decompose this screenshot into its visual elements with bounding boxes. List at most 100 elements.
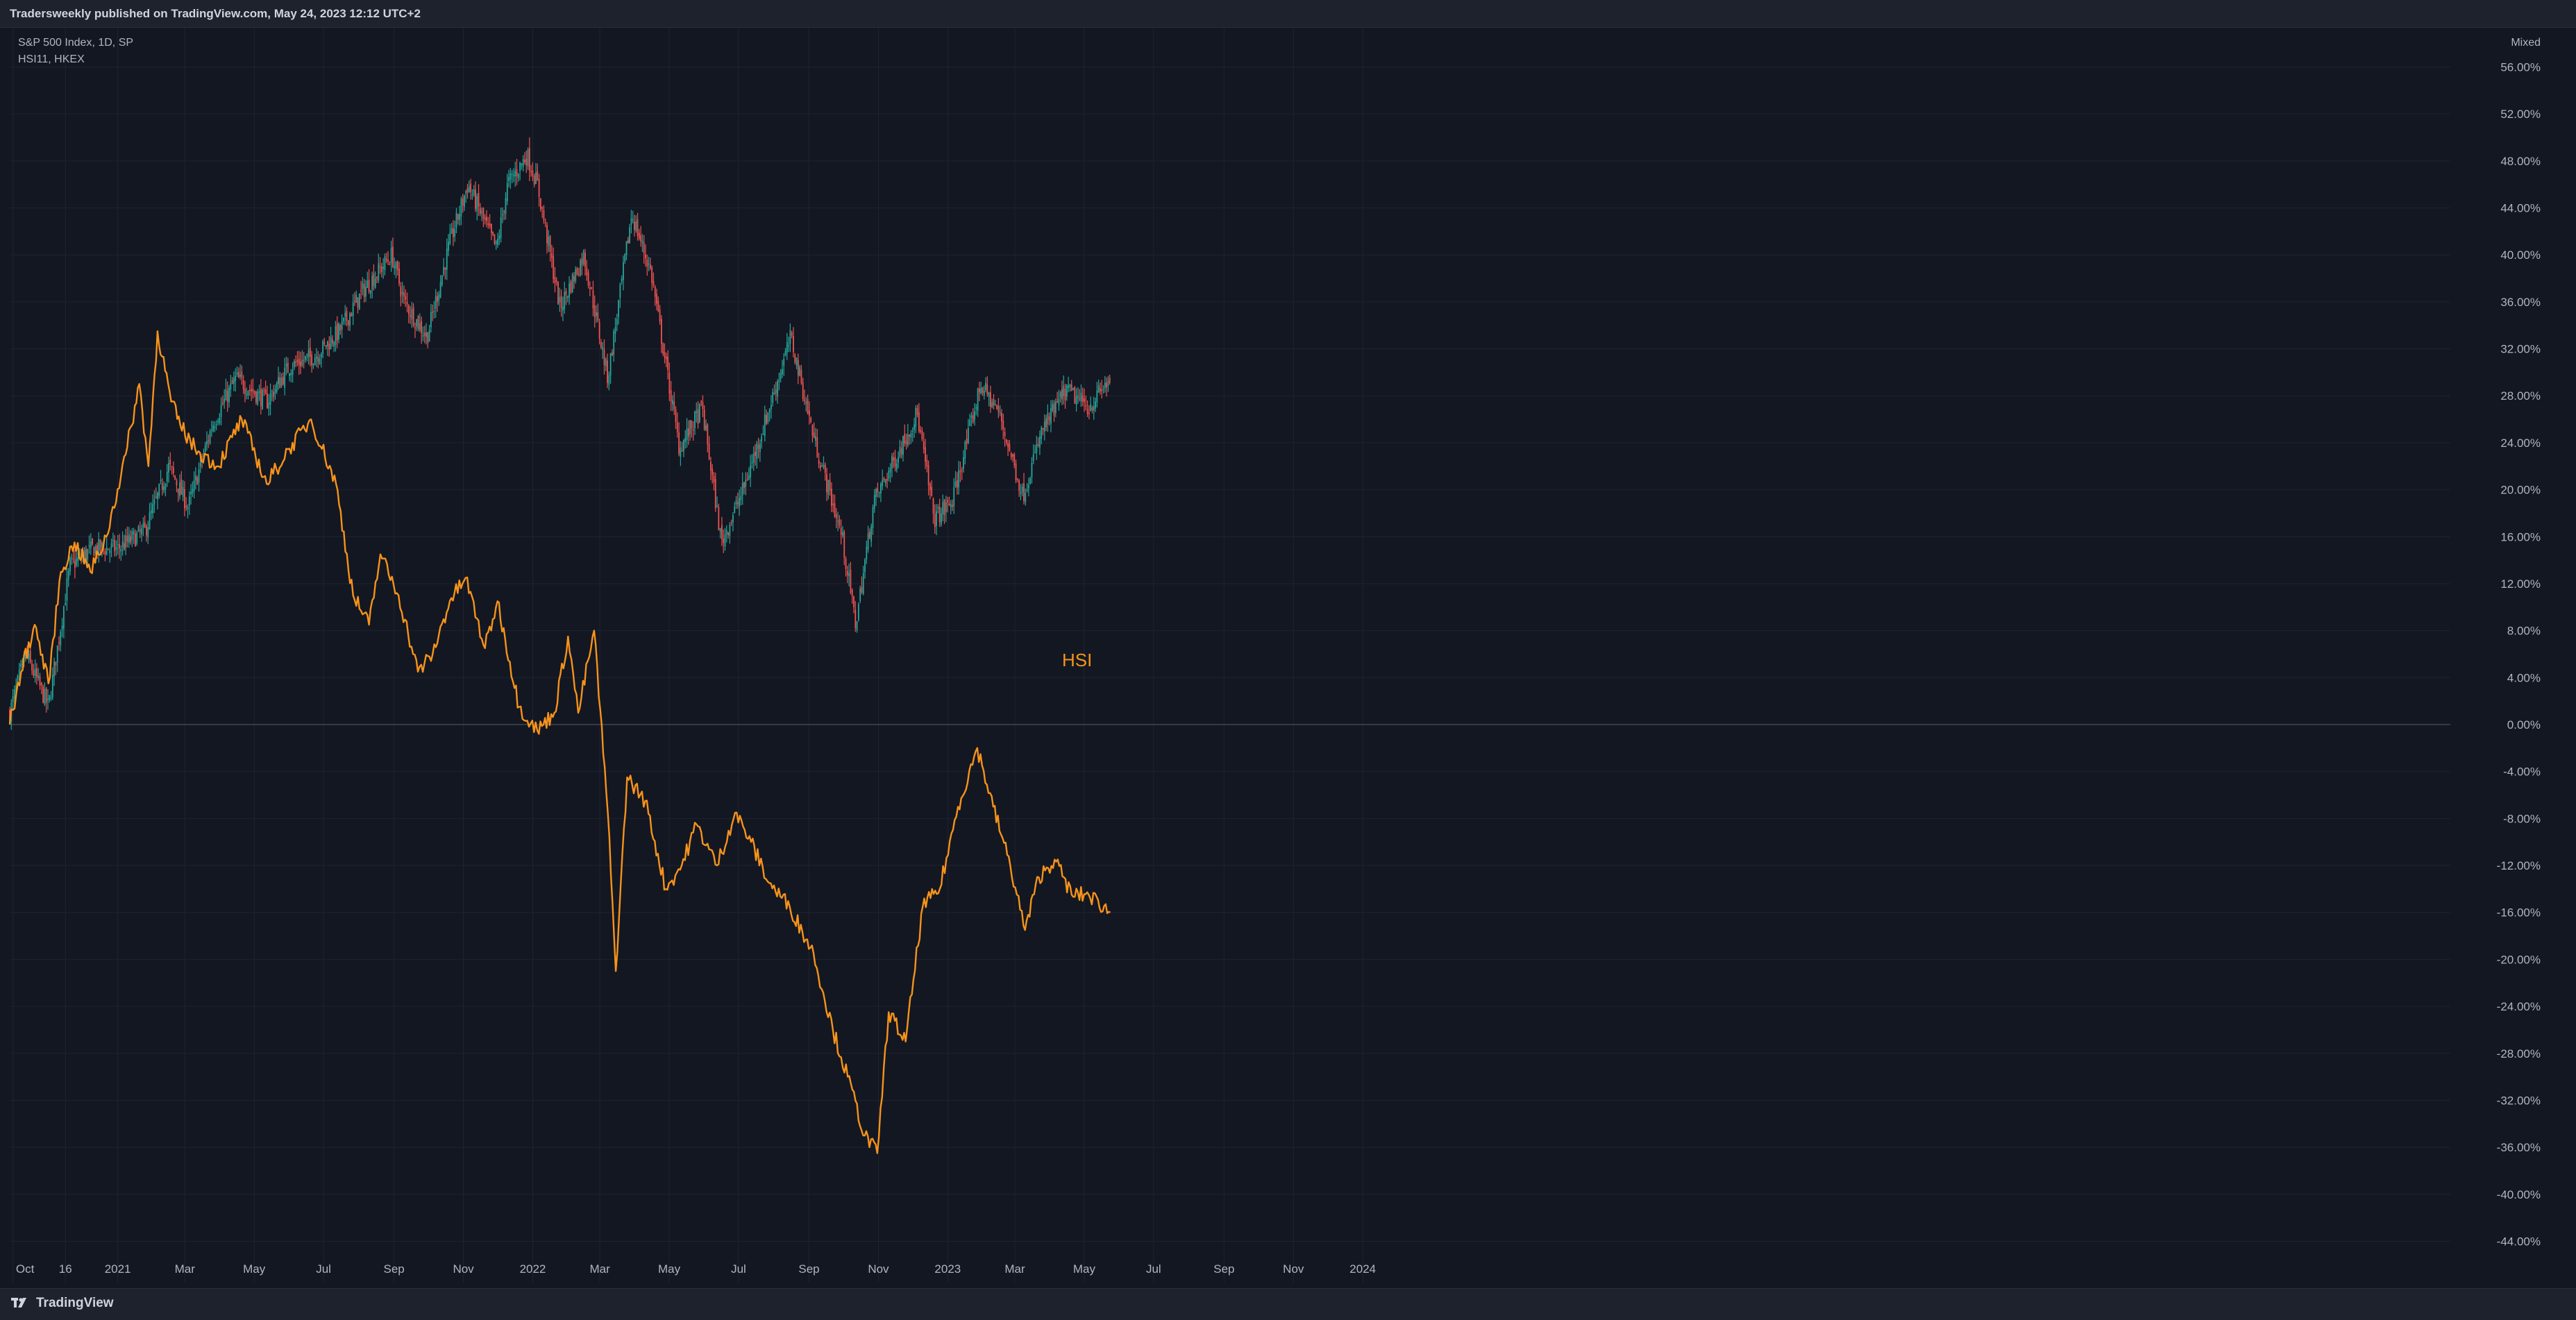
candle-body bbox=[1072, 388, 1074, 390]
time-axis[interactable]: Oct 16 2021 Mar May Jul Sep Nov 2022 Mar May Jul Sep… bbox=[16, 1262, 1376, 1276]
x-tick-label: 2021 bbox=[105, 1262, 131, 1276]
candle-body bbox=[848, 573, 850, 577]
candle-body bbox=[621, 278, 623, 282]
candle-body bbox=[859, 588, 861, 601]
candle-body bbox=[597, 312, 599, 321]
chart-canvas[interactable]: HSI 56.00% 52.00% 48.00% 44.00% 40.00% 36.00%… bbox=[0, 0, 2576, 1288]
candle-body bbox=[406, 301, 408, 305]
candle-body bbox=[328, 344, 330, 350]
candle-body bbox=[1047, 413, 1049, 425]
candle-body bbox=[36, 668, 37, 678]
x-tick-label: May bbox=[1073, 1262, 1096, 1276]
candle-body bbox=[1021, 486, 1023, 492]
candle-body bbox=[487, 223, 489, 226]
candle-body bbox=[514, 171, 516, 177]
candle-body bbox=[262, 389, 264, 409]
candle-body bbox=[419, 323, 421, 331]
candle-body bbox=[539, 198, 541, 210]
candle-body bbox=[417, 316, 419, 329]
x-tick-label: Sep bbox=[384, 1262, 405, 1276]
candle-body bbox=[941, 513, 942, 525]
candle-body bbox=[804, 399, 805, 401]
candle-body bbox=[365, 287, 367, 297]
candle-body bbox=[546, 225, 548, 244]
candle-body bbox=[723, 538, 725, 543]
candle-body bbox=[1042, 428, 1044, 430]
candle-body bbox=[20, 663, 22, 667]
y-tick-label: 28.00% bbox=[2500, 389, 2541, 403]
candle-body bbox=[1104, 382, 1106, 389]
candle-body bbox=[956, 480, 958, 489]
candle-body bbox=[249, 389, 251, 391]
candle-body bbox=[204, 445, 206, 452]
candle-body bbox=[346, 310, 348, 321]
candle-body bbox=[554, 277, 556, 284]
candle-body bbox=[982, 387, 984, 394]
candle-body bbox=[320, 354, 322, 357]
candle-body bbox=[1012, 454, 1013, 457]
candle-body bbox=[459, 214, 460, 221]
candle-body bbox=[795, 357, 798, 366]
candle-body bbox=[500, 217, 502, 238]
candle-body bbox=[600, 341, 602, 348]
candle-body bbox=[584, 253, 586, 267]
candle-body bbox=[268, 402, 270, 409]
y-tick-label: 48.00% bbox=[2500, 155, 2541, 168]
candle-body bbox=[846, 570, 848, 575]
candle-body bbox=[506, 183, 508, 201]
candle-body bbox=[179, 482, 180, 497]
candle-body bbox=[226, 390, 228, 403]
candle-body bbox=[793, 336, 794, 353]
candle-body bbox=[401, 291, 403, 294]
candle-body bbox=[497, 238, 498, 245]
candle-body bbox=[192, 489, 194, 494]
candle-body bbox=[464, 196, 465, 207]
candle-body bbox=[258, 391, 260, 394]
candle-body bbox=[93, 547, 95, 557]
candle-body bbox=[911, 430, 914, 432]
price-axis[interactable]: 56.00% 52.00% 48.00% 44.00% 40.00% 36.00% 32.0… bbox=[2497, 60, 2541, 1248]
scale-mode-label[interactable]: Mixed bbox=[2511, 37, 2541, 49]
candle-body bbox=[31, 663, 33, 671]
candle-body bbox=[839, 519, 841, 526]
candle-body bbox=[898, 457, 900, 463]
candle-body bbox=[845, 558, 847, 569]
candle-body bbox=[829, 480, 831, 491]
candle-body bbox=[382, 266, 385, 269]
y-tick-label: -40.00% bbox=[2497, 1188, 2541, 1201]
candle-body bbox=[1068, 385, 1070, 388]
candle-body bbox=[938, 507, 941, 523]
candle-body bbox=[691, 420, 693, 429]
candle-body bbox=[187, 507, 189, 509]
candle-body bbox=[161, 483, 163, 490]
x-tick-label: Oct bbox=[16, 1262, 35, 1276]
candle-body bbox=[317, 357, 319, 362]
candle-body bbox=[104, 551, 106, 555]
candle-body bbox=[343, 317, 344, 321]
candle-body bbox=[149, 512, 151, 530]
candle-body bbox=[548, 236, 550, 246]
x-tick-label: 2023 bbox=[934, 1262, 961, 1276]
x-tick-label: 2022 bbox=[520, 1262, 546, 1276]
sp500-candles bbox=[9, 137, 1111, 730]
candle-body bbox=[925, 447, 926, 462]
candle-body bbox=[732, 515, 734, 523]
candle-body bbox=[336, 323, 338, 341]
candle-body bbox=[155, 496, 157, 498]
candle-body bbox=[683, 439, 684, 451]
candle-body bbox=[988, 392, 990, 397]
candle-body bbox=[883, 477, 885, 480]
legend-sp500[interactable]: S&P 500 Index, 1D, SP bbox=[18, 35, 133, 51]
candle-body bbox=[818, 459, 820, 464]
candle-body bbox=[578, 273, 580, 276]
candle-body bbox=[12, 696, 14, 702]
candle-body bbox=[598, 322, 600, 339]
tradingview-brand[interactable]: TradingView bbox=[11, 1296, 114, 1311]
legend-hsi[interactable]: HSI11, HKEX bbox=[18, 51, 133, 68]
candle-body bbox=[246, 394, 248, 396]
candle-body bbox=[653, 280, 655, 286]
candle-body bbox=[974, 411, 975, 420]
candle-body bbox=[475, 189, 476, 210]
candle-body bbox=[734, 506, 736, 514]
candle-body bbox=[371, 276, 373, 290]
